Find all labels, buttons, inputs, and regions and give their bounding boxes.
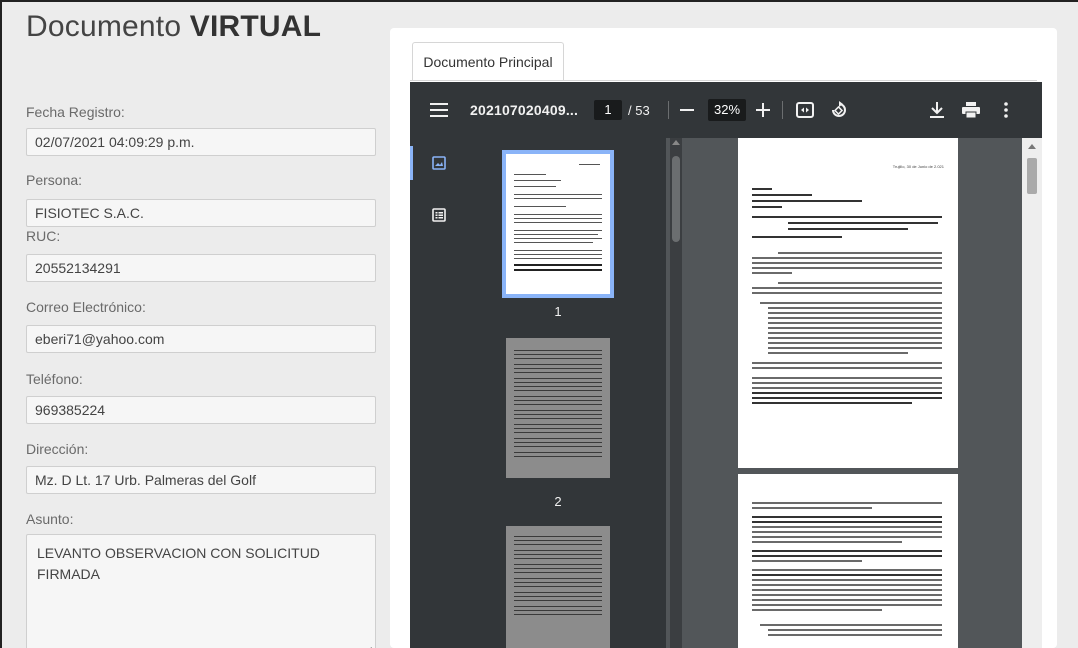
asunto-textarea[interactable]: LEVANTO OBSERVACION CON SOLICITUD FIRMAD… [26, 534, 376, 648]
correo-field[interactable]: eberi71@yahoo.com [26, 325, 376, 353]
direccion-label: Dirección: [26, 441, 89, 457]
thumbnails-icon[interactable] [432, 156, 446, 170]
persona-field[interactable]: FISIOTEC S.A.C. [26, 199, 376, 227]
zoom-level-input[interactable]: 32% [708, 82, 746, 138]
pdf-viewer: 202107020409... 1 / 53 32% 1 2 Trujillo,… [410, 82, 1042, 648]
persona-label: Persona: [26, 172, 83, 188]
rotate-icon[interactable] [830, 82, 848, 138]
document-name: 202107020409... [470, 102, 579, 118]
pdf-page-1: Trujillo, 30 de Junio de 2.021 [738, 138, 958, 468]
ruc-field[interactable]: 20552134291 [26, 254, 376, 282]
tab-documento-principal[interactable]: Documento Principal [412, 42, 564, 80]
page-title: Documento VIRTUAL [26, 10, 322, 43]
direccion-field[interactable]: Mz. D Lt. 17 Urb. Palmeras del Golf [26, 466, 376, 494]
pdf-toolbar: 202107020409... 1 / 53 32% [410, 82, 1042, 138]
toolbar-divider [668, 82, 669, 138]
fecha-registro-field[interactable]: 02/07/2021 04:09:29 p.m. [26, 128, 376, 156]
sidebar-active-indicator [410, 146, 413, 180]
menu-icon[interactable] [430, 82, 448, 138]
print-icon[interactable] [962, 82, 980, 138]
page-scrollbar[interactable] [1022, 138, 1042, 648]
fit-page-icon[interactable] [796, 82, 814, 138]
thumbnail-page-2[interactable] [506, 338, 610, 478]
zoom-out-icon[interactable] [680, 82, 694, 138]
telefono-field[interactable]: 969385224 [26, 396, 376, 424]
outline-icon[interactable] [432, 208, 446, 222]
asunto-label: Asunto: [26, 511, 74, 527]
telefono-label: Teléfono: [26, 371, 83, 387]
thumbnail-page-1[interactable] [502, 150, 614, 298]
toolbar-divider-2 [782, 82, 783, 138]
page-date: Trujillo, 30 de Junio de 2.021 [892, 164, 944, 169]
ruc-label: RUC: [26, 228, 61, 244]
zoom-in-icon[interactable] [756, 82, 770, 138]
download-icon[interactable] [930, 82, 944, 138]
sidebar-scroll-up-icon[interactable] [672, 140, 680, 145]
sidebar-scrollbar[interactable] [670, 138, 682, 648]
thumbnail-number-1: 1 [554, 304, 562, 319]
thumbnail-number-2: 2 [554, 494, 562, 509]
correo-label: Correo Electrónico: [26, 299, 146, 315]
scroll-up-icon[interactable] [1028, 144, 1036, 149]
tab-divider [410, 80, 1037, 81]
more-icon[interactable] [1004, 82, 1008, 138]
pdf-page-2 [738, 474, 958, 648]
fecha-registro-label: Fecha Registro: [26, 104, 125, 120]
asunto-text: LEVANTO OBSERVACION CON SOLICITUD FIRMAD… [37, 545, 320, 582]
page-total: / 53 [628, 102, 650, 118]
thumbnail-page-3[interactable] [506, 526, 610, 648]
page-number-input[interactable]: 1 [594, 82, 622, 138]
